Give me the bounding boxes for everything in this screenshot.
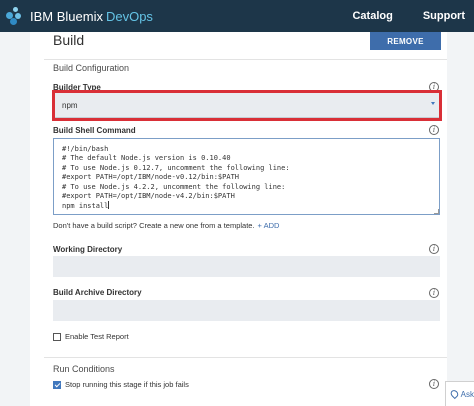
code-line: #!/bin/bash	[62, 145, 109, 153]
left-gutter	[0, 32, 30, 406]
divider	[44, 357, 447, 358]
code-line: npm install	[62, 202, 109, 211]
ask-label: Ask	[460, 389, 474, 399]
text-caret	[108, 201, 110, 210]
enable-test-report-row[interactable]: Enable Test Report	[53, 332, 129, 341]
bluemix-logo-icon[interactable]	[6, 7, 24, 25]
working-directory-input[interactable]	[53, 256, 440, 277]
job-config-panel: Build REMOVE Build Configuration Builder…	[44, 32, 447, 406]
enable-test-report-label: Enable Test Report	[65, 332, 129, 341]
code-line: # The default Node.js version is 0.10.40	[62, 154, 231, 163]
info-icon[interactable]: i	[429, 379, 439, 389]
stop-on-fail-label: Stop running this stage if this job fail…	[65, 380, 189, 389]
section-title-build-configuration: Build Configuration	[53, 63, 130, 73]
info-icon[interactable]: i	[429, 125, 439, 135]
template-hint-text: Don't have a build script? Create a new …	[53, 221, 255, 230]
code-line: #export PATH=/opt/IBM/node-v4.2/bin:$PAT…	[62, 192, 235, 201]
section-title-run-conditions: Run Conditions	[53, 364, 115, 374]
product-name: DevOps	[105, 8, 153, 24]
enable-test-report-checkbox[interactable]	[53, 332, 61, 341]
ask-help-button[interactable]: Ask	[445, 381, 474, 406]
highlight-box	[52, 90, 442, 121]
resize-handle-icon[interactable]	[434, 209, 439, 214]
nav-catalog[interactable]: Catalog	[352, 10, 392, 22]
location-pin-icon	[449, 388, 460, 400]
working-directory-label: Working Directory	[53, 245, 123, 254]
code-line: # To use Node.js 0.12.7, uncomment the f…	[62, 163, 290, 172]
add-label: ADD	[263, 221, 280, 230]
top-nav: Catalog Support	[352, 10, 474, 22]
build-shell-command-textarea[interactable]: #!/bin/bash # The default Node.js versio…	[53, 138, 440, 215]
info-icon[interactable]: i	[429, 244, 439, 254]
build-shell-command-label: Build Shell Command	[53, 126, 136, 135]
info-icon[interactable]: i	[429, 288, 439, 298]
brand-name: IBM Bluemix	[30, 8, 103, 24]
build-archive-directory-label: Build Archive Directory	[53, 288, 142, 297]
stop-on-fail-row[interactable]: Stop running this stage if this job fail…	[53, 380, 189, 389]
brand-title[interactable]: IBM Bluemix DevOps	[30, 9, 153, 24]
top-bar: IBM Bluemix DevOps Catalog Support	[0, 0, 474, 32]
divider	[44, 59, 447, 60]
code-line: #export PATH=/opt/IBM/node-v0.12/bin:$PA…	[62, 173, 240, 182]
nav-support[interactable]: Support	[423, 10, 465, 22]
remove-button[interactable]: REMOVE	[370, 32, 441, 50]
right-rail	[447, 32, 474, 406]
page-title: Build	[53, 32, 85, 48]
stop-on-fail-checkbox[interactable]	[53, 380, 61, 389]
add-template-link[interactable]: + ADD	[258, 221, 280, 230]
template-hint: Don't have a build script? Create a new …	[53, 221, 279, 230]
build-archive-directory-input[interactable]	[53, 300, 440, 321]
code-line: # To use Node.js 4.2.2, uncomment the fo…	[62, 182, 286, 191]
